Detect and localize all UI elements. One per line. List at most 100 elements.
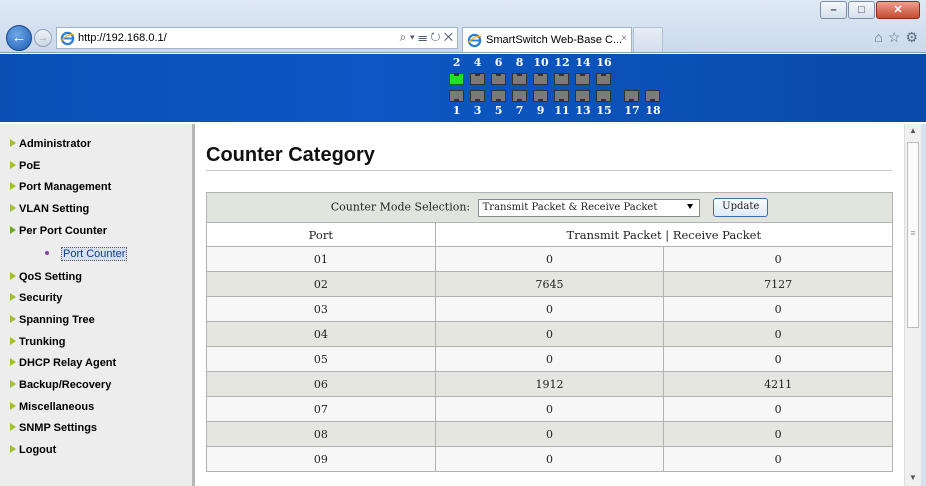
table-header-row: Port Transmit Packet | Receive Packet	[206, 222, 894, 247]
port-9-icon[interactable]	[533, 90, 548, 102]
sidebar-subitem-label: Port Counter	[61, 246, 128, 261]
port-6-icon[interactable]	[491, 73, 506, 85]
menu-arrow-icon	[10, 271, 16, 280]
address-tools[interactable]: ⌕ ▾ ☰ ↻ ✕	[400, 30, 453, 45]
menu-arrow-icon	[10, 380, 16, 388]
tab-close-icon[interactable]: ×	[621, 33, 627, 44]
port-number-label: 16	[596, 56, 612, 69]
port-17-icon[interactable]	[624, 90, 639, 102]
table-row: 04 0 0	[206, 321, 893, 347]
port-13-icon[interactable]	[575, 90, 590, 102]
counter-column-header: Transmit Packet | Receive Packet	[434, 222, 894, 247]
cell-port: 01	[206, 246, 436, 272]
switch-panel-banner: 2 4 6 8 10 12 14 16 1 3 5 7 9 11 13 15 17 18	[0, 54, 926, 122]
browser-toolbar-right: ⌂ ☆ ⚙	[874, 29, 918, 46]
sidebar-item-label: VLAN Setting	[19, 203, 90, 216]
port-14-icon[interactable]	[575, 73, 590, 85]
scroll-down-arrow-icon[interactable]: ▼	[905, 473, 921, 482]
port-number-label: 4	[473, 56, 482, 69]
forward-button[interactable]: →	[34, 29, 52, 47]
port-10-icon[interactable]	[533, 73, 548, 85]
port-18-icon[interactable]	[645, 90, 660, 102]
port-8-icon[interactable]	[512, 73, 527, 85]
ie-logo-icon	[60, 31, 75, 46]
cell-rx: 0	[663, 296, 893, 322]
sidebar-item-label: Logout	[19, 444, 57, 457]
port-12-icon[interactable]	[554, 73, 569, 85]
sidebar-item-security[interactable]: Security	[10, 292, 62, 304]
cell-tx: 7645	[434, 271, 665, 297]
port-11-icon[interactable]	[554, 90, 569, 102]
port-column-header: Port	[206, 222, 436, 247]
sidebar-item-trunking[interactable]: Trunking	[10, 336, 65, 348]
port-3-icon[interactable]	[470, 90, 485, 102]
cell-rx: 0	[663, 396, 893, 422]
table-row: 09 0 0	[206, 446, 893, 472]
mode-selection-row: Counter Mode Selection: Transmit Packet …	[206, 192, 893, 223]
window-right-frame	[921, 124, 926, 486]
close-window-button[interactable]: ✕	[876, 1, 920, 19]
port-4-icon[interactable]	[470, 73, 485, 85]
sidebar-item-vlan-setting[interactable]: VLAN Setting	[10, 203, 89, 215]
back-button[interactable]: ←	[6, 25, 32, 51]
counter-mode-select[interactable]: Transmit Packet & Receive Packet	[477, 198, 700, 217]
cell-tx: 1912	[434, 371, 665, 397]
port-number-label: 11	[554, 104, 570, 117]
maximize-button[interactable]: □	[848, 1, 875, 19]
cell-tx: 0	[434, 446, 665, 472]
counter-table: Counter Mode Selection: Transmit Packet …	[206, 192, 894, 472]
sidebar-item-poe[interactable]: PoE	[10, 160, 40, 172]
tab-title: SmartSwitch Web-Base C...	[486, 34, 623, 46]
table-row: 03 0 0	[206, 296, 893, 322]
menu-arrow-icon	[10, 204, 16, 213]
menu-arrow-icon	[10, 314, 16, 323]
sidebar-item-label: Security	[19, 292, 63, 305]
new-tab-button[interactable]	[633, 27, 663, 52]
sidebar-item-port-management[interactable]: Port Management	[10, 181, 111, 193]
port-2-icon[interactable]	[449, 73, 464, 85]
sidebar-item-per-port-counter[interactable]: Per Port Counter	[10, 225, 107, 237]
sidebar-item-spanning-tree[interactable]: Spanning Tree	[10, 314, 95, 326]
port-number-label: 15	[596, 104, 612, 117]
sidebar-item-dhcp-relay-agent[interactable]: DHCP Relay Agent	[10, 357, 116, 369]
scroll-up-arrow-icon[interactable]: ▲	[905, 126, 921, 135]
vertical-scrollbar[interactable]: ▲ ≡ ▼	[904, 124, 921, 486]
sidebar-item-backup-recovery[interactable]: Backup/Recovery	[10, 379, 111, 391]
page-title: Counter Category	[206, 144, 375, 166]
favorites-star-icon[interactable]: ☆	[888, 29, 901, 46]
address-bar[interactable]: http://192.168.0.1/ ⌕ ▾ ☰ ↻ ✕	[56, 27, 458, 49]
menu-arrow-icon	[10, 182, 16, 191]
sidebar-item-administrator[interactable]: Administrator	[10, 138, 91, 150]
port-16-icon[interactable]	[596, 73, 611, 85]
table-row: 01 0 0	[206, 246, 893, 272]
port-1-icon[interactable]	[449, 90, 464, 102]
menu-arrow-icon	[10, 401, 16, 410]
browser-tab[interactable]: SmartSwitch Web-Base C... ×	[462, 27, 632, 52]
update-button[interactable]: Update	[713, 198, 769, 217]
cell-rx: 7127	[663, 271, 893, 297]
settings-gear-icon[interactable]: ⚙	[905, 29, 918, 46]
sidebar-item-qos-setting[interactable]: QoS Setting	[10, 271, 82, 283]
port-number-label: 1	[452, 104, 461, 117]
sidebar-subitem-port-counter[interactable]: Port Counter	[45, 246, 128, 261]
browser-chrome: – □ ✕ ← → http://192.168.0.1/ ⌕ ▾ ☰ ↻ ✕ …	[0, 0, 926, 53]
port-15-icon[interactable]	[596, 90, 611, 102]
home-icon[interactable]: ⌂	[874, 29, 882, 46]
sidebar-menu: Administrator PoE Port Management VLAN Sett…	[0, 124, 195, 486]
port-5-icon[interactable]	[491, 90, 506, 102]
cell-rx: 0	[663, 321, 893, 347]
sidebar-item-miscellaneous[interactable]: Miscellaneous	[10, 401, 94, 413]
sidebar-item-snmp-settings[interactable]: SNMP Settings	[10, 422, 97, 434]
cell-rx: 0	[663, 446, 893, 472]
minimize-button[interactable]: –	[820, 1, 847, 19]
cell-port: 02	[206, 271, 436, 297]
port-7-icon[interactable]	[512, 90, 527, 102]
menu-arrow-icon	[10, 139, 16, 147]
menu-arrow-icon	[10, 423, 16, 432]
menu-arrow-icon	[10, 160, 16, 169]
url-text: http://192.168.0.1/	[78, 32, 167, 44]
forward-arrow-icon: →	[37, 32, 49, 44]
dropdown-caret-icon	[686, 203, 693, 209]
back-arrow-icon: ←	[11, 29, 27, 46]
sidebar-item-logout[interactable]: Logout	[10, 444, 56, 456]
